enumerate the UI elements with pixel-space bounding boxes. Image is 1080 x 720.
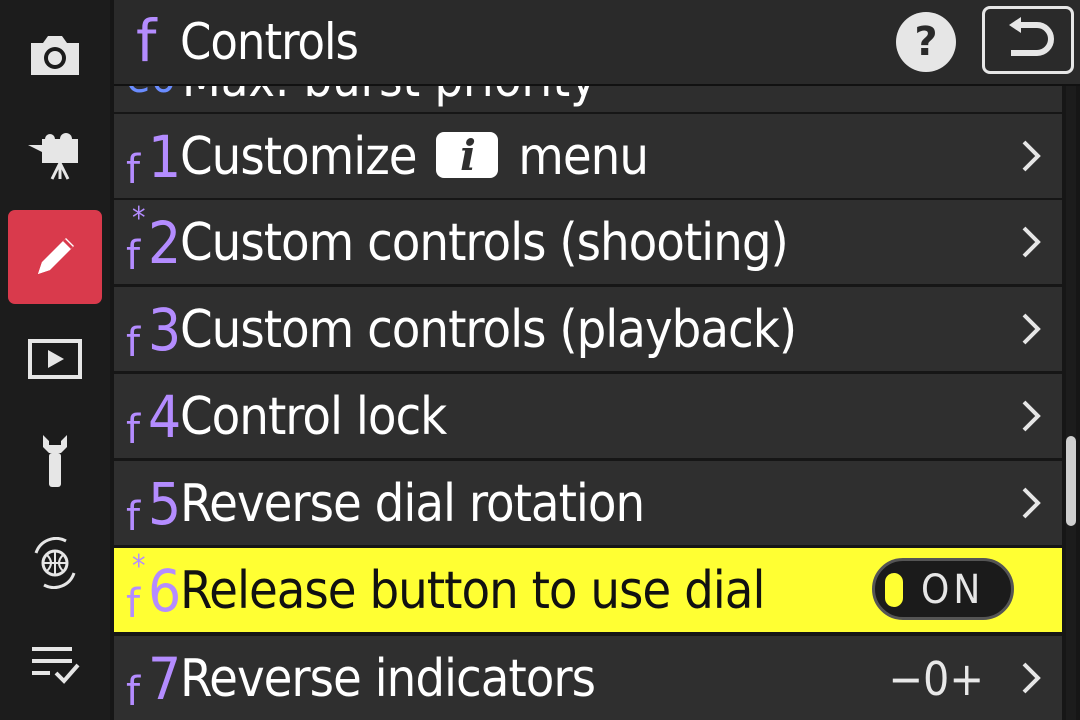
my-menu-tab[interactable] [10,622,100,708]
row-value: −0+ [888,652,984,706]
playback-icon [28,339,82,379]
menu-row-f5[interactable]: f 5 Reverse dial rotation [114,461,1062,545]
movie-shooting-tab[interactable] [10,114,100,200]
row-label: Reverse indicators [180,649,596,709]
menu-row-f3[interactable]: f 3 Custom controls (playback) [114,287,1062,371]
menu-row-partial[interactable]: e6 Max. burst priority [114,86,1062,112]
row-code: f 5 [126,470,182,540]
chevron-right-icon [1022,226,1041,258]
row-label: Reverse dial rotation [180,474,645,534]
row-label: Customize i menu [180,127,649,187]
row-label: Release button to use dial [180,561,765,621]
row-code: f 4 [126,383,182,453]
scrollbar-track[interactable] [1066,86,1076,720]
partial-row-label: Max. burst priority [182,86,597,108]
return-arrow-icon [1009,17,1054,56]
row-code: * f 2 [126,201,182,279]
row-label: Custom controls (shooting) [180,213,789,273]
chevron-right-icon [1022,400,1041,432]
network-tab[interactable] [10,520,100,606]
menu-row-f1[interactable]: f 1 Customize i menu [114,114,1062,198]
network-icon [34,537,76,589]
chevron-right-icon [1022,313,1041,345]
menu-row-f4[interactable]: f 4 Control lock [114,374,1062,458]
movie-camera-icon [28,133,78,180]
back-button[interactable] [982,6,1074,74]
row-code: f 7 [126,645,182,715]
chevron-right-icon [1022,662,1041,694]
help-icon: ? [914,19,938,65]
menu-row-f7[interactable]: f 7 Reverse indicators −0+ [114,636,1062,720]
row-code: f 3 [126,296,182,366]
photo-shooting-tab[interactable] [10,12,100,98]
scrollbar-thumb[interactable] [1066,436,1076,526]
toggle-knob [885,573,903,607]
playback-tab[interactable] [10,316,100,402]
my-menu-icon [32,647,80,684]
row-code: f 1 [126,123,182,193]
menu-row-f6[interactable]: * f 6 Release button to use dial ON [114,548,1062,632]
page-title: Controls [180,13,359,71]
on-off-toggle[interactable]: ON [872,558,1014,620]
toggle-value: ON [921,567,985,613]
menu-row-f2[interactable]: * f 2 Custom controls (shooting) [114,200,1062,284]
partial-row-code: e6 [126,86,176,103]
i-menu-badge-icon: i [436,132,499,180]
row-label: Control lock [180,387,447,447]
sidebar [0,0,110,720]
row-code: * f 6 [126,549,182,627]
menu-group-letter: f [136,7,157,75]
pencil-icon [38,238,74,274]
wrench-icon [43,435,67,487]
chevron-right-icon [1022,140,1041,172]
custom-settings-tab[interactable] [8,210,102,304]
chevron-right-icon [1022,487,1041,519]
menu-header: f Controls ? [114,0,1080,86]
help-button[interactable]: ? [896,12,956,72]
setup-tab[interactable] [10,418,100,504]
row-label: Custom controls (playback) [180,300,797,360]
camera-icon [31,36,79,75]
